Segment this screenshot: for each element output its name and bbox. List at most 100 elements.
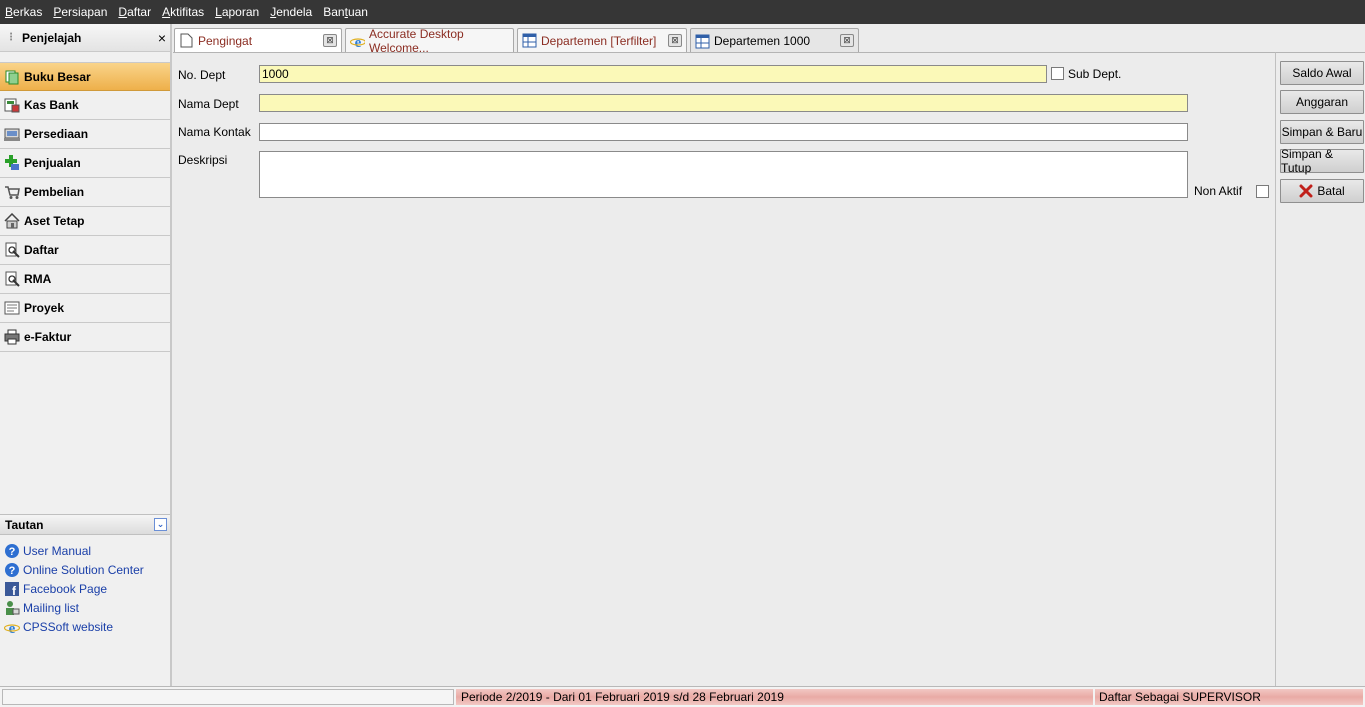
tab-accurate-welcome[interactable]: e Accurate Desktop Welcome... — [345, 26, 514, 55]
link-label: Mailing list — [23, 600, 80, 615]
ie-icon: e — [350, 33, 365, 49]
svg-text:?: ? — [9, 546, 16, 558]
deskripsi-textarea[interactable] — [259, 151, 1188, 198]
nama-dept-field[interactable] — [259, 94, 1188, 112]
help-icon: ? — [4, 562, 20, 578]
nav-label: Penjualan — [24, 156, 81, 170]
nav-item-kas-bank[interactable]: Kas Bank — [0, 91, 170, 120]
facebook-icon: f — [4, 581, 20, 597]
deskripsi-label: Deskripsi — [178, 153, 228, 167]
ie-icon: e — [4, 619, 20, 635]
mailing-icon — [4, 600, 20, 616]
house-icon — [4, 213, 20, 229]
tautan-header: Tautan ⌄ — [0, 514, 170, 535]
link-mailing-list[interactable]: Mailing list — [0, 598, 170, 617]
link-user-manual[interactable]: ? User Manual — [0, 541, 170, 560]
nav-item-rma[interactable]: RMA — [0, 265, 170, 294]
tab-label: Accurate Desktop Welcome... — [369, 26, 464, 55]
tautan-panel: Tautan ⌄ ? User Manual ? Online Solution… — [0, 514, 170, 636]
nama-dept-label: Nama Dept — [178, 97, 239, 111]
nav-item-persediaan[interactable]: Persediaan — [0, 120, 170, 149]
sidebar-close-icon[interactable]: × — [158, 30, 166, 46]
inventory-icon — [4, 126, 20, 142]
menu-daftar[interactable]: Daftar — [118, 5, 151, 19]
menu-aktifitas[interactable]: Aktifitas — [162, 5, 204, 19]
tab-departemen-terfilter[interactable]: Departemen [Terfilter] ⊠ — [517, 28, 687, 52]
menu-laporan[interactable]: Laporan — [215, 5, 259, 19]
nav-label: Aset Tetap — [24, 214, 85, 228]
svg-text:e: e — [9, 621, 16, 635]
menu-berkas[interactable]: Berkas — [5, 5, 42, 19]
nav-label: RMA — [24, 272, 52, 286]
no-dept-label: No. Dept — [178, 68, 226, 82]
ledger-icon — [4, 69, 20, 85]
status-left-pane — [2, 689, 454, 705]
saldo-awal-button[interactable]: Saldo Awal — [1280, 61, 1364, 85]
sub-dept-label: Sub Dept. — [1068, 67, 1122, 81]
nav-item-e-faktur[interactable]: e-Faktur — [0, 323, 170, 352]
svg-text:e: e — [355, 35, 362, 49]
tab-label: Departemen [Terfilter] — [541, 33, 657, 48]
sub-dept-checkbox[interactable] — [1051, 67, 1064, 80]
simpan-tutup-button[interactable]: Simpan & Tutup — [1280, 147, 1364, 175]
status-period: Periode 2/2019 - Dari 01 Februari 2019 s… — [456, 689, 1093, 705]
tautan-title: Tautan — [5, 517, 44, 532]
link-label: Online Solution Center — [23, 562, 144, 577]
nav-item-daftar[interactable]: Daftar — [0, 236, 170, 265]
batal-button[interactable]: Batal — [1280, 179, 1364, 203]
no-dept-field[interactable]: 1000 — [259, 65, 1047, 83]
link-facebook-page[interactable]: f Facebook Page — [0, 579, 170, 598]
nama-kontak-field[interactable] — [259, 123, 1188, 141]
tab-close-icon[interactable]: ⊠ — [668, 34, 682, 47]
menu-bantuan[interactable]: Bantuan — [323, 5, 368, 19]
link-online-solution-center[interactable]: ? Online Solution Center — [0, 560, 170, 579]
rma-icon — [4, 271, 20, 287]
tab-label: Pengingat — [198, 33, 253, 48]
non-aktif-label: Non Aktif — [1194, 184, 1243, 198]
nav-label: Pembelian — [24, 185, 85, 199]
simpan-baru-button[interactable]: Simpan & Baru — [1280, 120, 1364, 144]
sidebar-header: ⋮ Penjelajah × — [0, 24, 170, 52]
tab-departemen-1000[interactable]: Departemen 1000 ⊠ — [690, 28, 859, 53]
tab-pengingat[interactable]: Pengingat ⊠ — [174, 28, 342, 52]
document-tabs: Pengingat ⊠ e Accurate Desktop Welcome..… — [174, 26, 862, 55]
link-label: User Manual — [23, 543, 92, 558]
nama-kontak-label: Nama Kontak — [178, 125, 251, 139]
non-aktif-checkbox[interactable] — [1256, 185, 1269, 198]
nav-item-aset-tetap[interactable]: Aset Tetap — [0, 207, 170, 236]
nav-item-proyek[interactable]: Proyek — [0, 294, 170, 323]
batal-label: Batal — [1317, 184, 1345, 198]
nav-label: Kas Bank — [24, 98, 79, 112]
nav-label: Daftar — [24, 243, 59, 257]
link-label: CPSSoft website — [23, 619, 114, 634]
nav-item-pembelian[interactable]: Pembelian — [0, 178, 170, 207]
sales-icon — [4, 155, 20, 171]
anggaran-button[interactable]: Anggaran — [1280, 90, 1364, 114]
grid-icon — [695, 34, 710, 49]
collapse-chevron-icon[interactable]: ⌄ — [154, 518, 167, 531]
menu-jendela[interactable]: Jendela — [270, 5, 312, 19]
nav-item-penjualan[interactable]: Penjualan — [0, 149, 170, 178]
link-cpssoft-website[interactable]: e CPSSoft website — [0, 617, 170, 636]
printer-icon — [4, 329, 20, 345]
tab-close-icon[interactable]: ⊠ — [323, 34, 337, 47]
cart-icon — [4, 184, 20, 200]
menu-bar: Berkas Persiapan Daftar Aktifitas Lapora… — [0, 0, 1365, 24]
cancel-x-icon — [1299, 184, 1313, 198]
nav-label: Proyek — [24, 301, 65, 315]
bank-icon — [4, 97, 20, 113]
explorer-sidebar: ⋮ Penjelajah × Buku Besar Kas Bank Perse… — [0, 24, 172, 686]
sidebar-title: Penjelajah — [22, 30, 82, 45]
tab-close-icon[interactable]: ⊠ — [840, 34, 854, 47]
grip-icon[interactable]: ⋮ — [6, 32, 16, 43]
nav-item-buku-besar[interactable]: Buku Besar — [0, 62, 170, 91]
action-panel: Saldo Awal Anggaran Simpan & Baru Simpan… — [1275, 52, 1365, 686]
status-user: Daftar Sebagai SUPERVISOR — [1095, 689, 1363, 705]
tab-label: Departemen 1000 — [714, 34, 811, 48]
nav-label: Persediaan — [24, 127, 89, 141]
svg-text:?: ? — [9, 565, 16, 577]
menu-persiapan[interactable]: Persiapan — [53, 5, 107, 19]
status-bar: Periode 2/2019 - Dari 01 Februari 2019 s… — [0, 686, 1365, 707]
project-icon — [4, 300, 20, 316]
document-icon — [4, 242, 20, 258]
